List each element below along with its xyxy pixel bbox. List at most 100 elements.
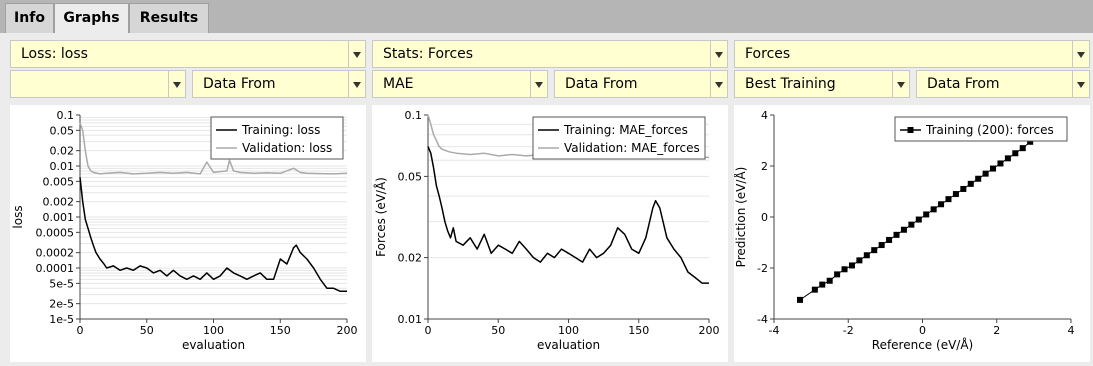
x-tick-label: 0 xyxy=(919,324,926,337)
parity-chart[interactable]: -4 -2 0 2 4 -4 -2 0 2 4 Reference (eV/Å) Prediction… xyxy=(733,105,1090,362)
loss-chart[interactable]: 0 50 100 150 200 1e-5 2e-5 5e-5 0.0001 0.0002 0.00… xyxy=(10,105,366,362)
x-tick-label: 4 xyxy=(1068,324,1075,337)
data-point xyxy=(834,271,841,278)
stats-data-from-dropdown[interactable]: Data From xyxy=(554,70,728,98)
data-point xyxy=(975,175,982,182)
stats-metric-dropdown[interactable]: Stats: Forces xyxy=(372,40,728,68)
dropdown-label: MAE xyxy=(383,76,414,92)
y-tick-label: 0.005 xyxy=(43,175,75,188)
legend-marker xyxy=(907,127,914,133)
dropdown-label: Data From xyxy=(565,76,638,92)
data-point xyxy=(900,226,907,233)
y-tick-label: 0.001 xyxy=(43,211,75,224)
data-point xyxy=(967,180,974,187)
data-point xyxy=(1019,145,1026,152)
tab-results[interactable]: Results xyxy=(129,3,209,33)
dropdown-label: Loss: loss xyxy=(21,46,88,62)
x-tick-label: -2 xyxy=(843,324,854,337)
x-tick-label: -4 xyxy=(769,324,780,337)
data-point xyxy=(938,201,945,208)
data-point xyxy=(856,257,863,264)
data-point xyxy=(863,252,870,259)
y-tick-label: 2e-5 xyxy=(49,298,74,311)
forces-data-from-dropdown[interactable]: Data From xyxy=(916,70,1090,98)
chevron-down-icon xyxy=(710,71,727,97)
tab-graphs[interactable]: Graphs xyxy=(54,3,129,33)
data-point xyxy=(1004,155,1011,162)
forces-metric-dropdown[interactable]: Forces xyxy=(734,40,1090,68)
y-tick-label: 5e-5 xyxy=(49,277,74,290)
tab-bar: Info Graphs Results xyxy=(0,0,1093,33)
y-tick-label: 0.05 xyxy=(398,170,423,183)
x-tick-label: 150 xyxy=(270,324,291,337)
y-axis-label: Forces (eV/Å) xyxy=(373,177,388,257)
x-tick-label: 50 xyxy=(491,324,505,337)
stats-chart-panel: 0 50 100 150 200 0.01 0.02 0.05 0.1 evaluation For… xyxy=(372,105,728,362)
legend-label: Validation: loss xyxy=(242,141,332,155)
stats-chart[interactable]: 0 50 100 150 200 0.01 0.02 0.05 0.1 evaluation For… xyxy=(372,105,728,362)
y-tick-label: 0.02 xyxy=(50,145,75,158)
legend-label: Training: MAE_forces xyxy=(563,123,688,137)
loss-data-from-dropdown[interactable]: Data From xyxy=(192,70,366,98)
data-point xyxy=(878,242,885,249)
dropdown-label: Forces xyxy=(745,46,791,62)
x-tick-label: 150 xyxy=(628,324,649,337)
data-point xyxy=(990,165,997,172)
y-tick-label: 0.0002 xyxy=(36,247,75,260)
data-point xyxy=(908,221,915,228)
chevron-down-icon xyxy=(710,41,727,67)
series-line xyxy=(427,146,709,284)
x-axis-label: Reference (eV/Å) xyxy=(872,337,973,352)
data-point xyxy=(945,196,952,203)
chevron-down-icon xyxy=(1072,41,1089,67)
data-point xyxy=(982,170,989,177)
dropdown-label: Stats: Forces xyxy=(383,46,474,62)
loss-sub-dropdown[interactable] xyxy=(10,70,186,98)
x-tick-label: 200 xyxy=(699,324,720,337)
x-axis-label: evaluation xyxy=(182,338,245,352)
y-tick-label: 2 xyxy=(761,160,768,173)
dropdown-label: Data From xyxy=(203,76,276,92)
data-point xyxy=(952,191,959,198)
y-tick-label: -2 xyxy=(757,262,768,275)
legend-label: Training (200): forces xyxy=(925,123,1054,137)
dropdown-label: Data From xyxy=(927,76,1000,92)
legend-label: Training: loss xyxy=(241,123,320,137)
forces-sub-dropdown[interactable]: Best Training xyxy=(734,70,910,98)
data-point xyxy=(848,262,855,269)
y-tick-label: 4 xyxy=(761,109,768,122)
x-tick-label: 100 xyxy=(203,324,224,337)
data-point xyxy=(960,185,967,192)
data-point xyxy=(886,236,893,243)
y-tick-label: 0.05 xyxy=(50,124,75,137)
x-tick-label: 2 xyxy=(993,324,1000,337)
stats-sub-dropdown[interactable]: MAE xyxy=(372,70,548,98)
y-tick-label: 0.0005 xyxy=(36,226,75,239)
data-point xyxy=(796,296,803,303)
y-tick-label: 0.0001 xyxy=(36,262,75,275)
tab-info[interactable]: Info xyxy=(5,3,54,33)
x-tick-label: 100 xyxy=(558,324,579,337)
data-point xyxy=(811,286,818,293)
data-point xyxy=(871,247,878,254)
y-tick-label: 0.1 xyxy=(57,109,75,122)
series-line xyxy=(79,177,347,293)
y-tick-label: 0.002 xyxy=(43,196,75,209)
legend-label: Validation: MAE_forces xyxy=(564,141,700,155)
y-tick-label: 0.01 xyxy=(398,313,423,326)
x-axis-label: evaluation xyxy=(537,338,600,352)
data-point xyxy=(819,281,826,288)
data-point xyxy=(893,231,900,238)
y-tick-label: -4 xyxy=(757,313,768,326)
y-axis-label: Prediction (eV/Å) xyxy=(734,167,748,268)
chevron-down-icon xyxy=(348,41,365,67)
loss-metric-dropdown[interactable]: Loss: loss xyxy=(10,40,366,68)
chevron-down-icon xyxy=(1072,71,1089,97)
x-tick-label: 50 xyxy=(140,324,154,337)
data-point xyxy=(997,160,1004,167)
y-axis-label: loss xyxy=(11,205,25,228)
chevron-down-icon xyxy=(348,71,365,97)
x-tick-label: 0 xyxy=(425,324,432,337)
data-point xyxy=(1012,150,1019,157)
chevron-down-icon xyxy=(168,71,185,97)
